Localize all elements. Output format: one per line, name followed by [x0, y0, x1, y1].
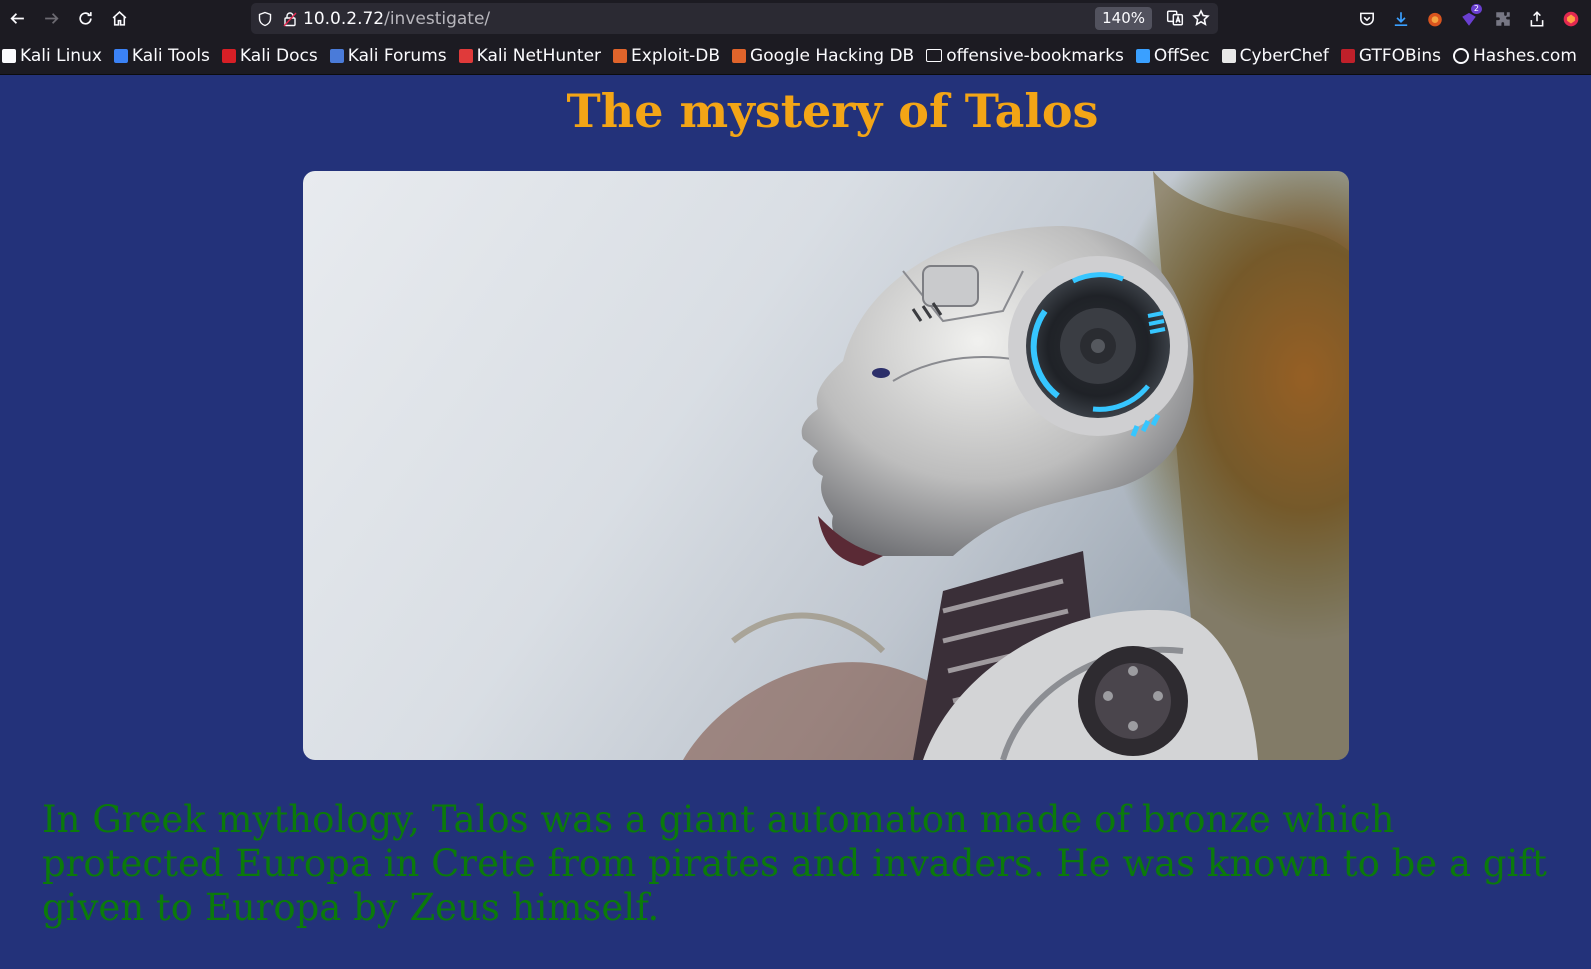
offsec-icon [1135, 48, 1150, 63]
bookmarks-toolbar: Kali Linux Kali Tools Kali Docs Kali Forums… [0, 37, 1591, 75]
bookmark-cyberchef[interactable]: CyberChef [1221, 45, 1329, 66]
bookmark-kali-forums[interactable]: Kali Forums [329, 45, 447, 66]
talos-robot-image [303, 171, 1349, 760]
kali-dragon-icon [2, 48, 16, 63]
extension-badge: 2 [1470, 3, 1482, 14]
bookmark-kali-nethunter[interactable]: Kali NetHunter [458, 45, 602, 66]
foxyproxy-icon[interactable] [1425, 9, 1445, 29]
share-icon[interactable] [1527, 9, 1547, 29]
bookmark-label: Kali Tools [131, 45, 210, 66]
folder-icon [926, 49, 943, 62]
toolbar-extensions: 2 [1357, 0, 1581, 37]
forward-button[interactable] [34, 2, 68, 36]
ghdb-icon [732, 48, 747, 63]
bookmark-label: CyberChef [1239, 45, 1329, 66]
extension-purple-icon[interactable]: 2 [1459, 3, 1482, 29]
bookmark-star-icon[interactable] [1192, 9, 1210, 27]
translate-icon[interactable] [1166, 9, 1184, 27]
downloads-icon[interactable] [1391, 9, 1411, 29]
url-path: /investigate/ [384, 8, 491, 29]
bookmark-label: Google Hacking DB [750, 45, 915, 66]
zoom-reset-button[interactable]: 140% [1095, 7, 1152, 30]
tracking-shield-icon[interactable] [251, 11, 279, 27]
reload-icon [78, 12, 92, 25]
page-title: The mystery of Talos [566, 84, 1099, 138]
bookmark-exploit-db[interactable]: Exploit-DB [613, 46, 720, 66]
home-icon [112, 11, 126, 26]
cyberchef-icon [1221, 48, 1236, 63]
arrow-right-icon [44, 13, 59, 24]
bookmark-label: Kali Forums [347, 45, 447, 66]
bookmark-gtfobins[interactable]: GTFOBins [1340, 45, 1442, 66]
address-bar[interactable]: 10.0.2.72/investigate/ 140% [251, 3, 1218, 34]
bookmark-label: Hashes.com [1473, 45, 1577, 66]
hashes-icon [1453, 47, 1470, 64]
kali-forums-icon [329, 48, 344, 63]
url-host: 10.0.2.72 [303, 8, 385, 29]
pocket-icon[interactable] [1357, 9, 1377, 29]
bookmark-label: Kali NetHunter [476, 45, 602, 66]
bookmark-google-hacking-db[interactable]: Google Hacking DB [732, 46, 914, 66]
bookmark-label: Kali Linux [20, 45, 102, 66]
robot-illustration [303, 171, 1349, 760]
nethunter-icon [458, 48, 473, 63]
exploit-db-icon [613, 48, 628, 63]
kali-tools-icon [113, 48, 128, 63]
bookmark-label: OffSec [1153, 45, 1210, 66]
insecure-lock-icon[interactable] [279, 11, 301, 27]
home-button[interactable] [102, 2, 136, 36]
bookmark-label: GTFOBins [1358, 45, 1442, 66]
gtfobins-icon [1340, 48, 1355, 63]
reload-button[interactable] [68, 2, 102, 36]
back-button[interactable] [0, 2, 34, 36]
firefox-account-icon[interactable] [1561, 9, 1581, 29]
bookmark-hashes-com[interactable]: Hashes.com [1453, 46, 1577, 66]
arrow-left-icon [9, 13, 24, 24]
bookmark-kali-linux[interactable]: Kali Linux [2, 46, 102, 66]
bookmark-kali-tools[interactable]: Kali Tools [113, 45, 210, 66]
bookmark-label: Exploit-DB [631, 45, 721, 66]
intro-paragraph: In Greek mythology, Talos was a giant au… [42, 798, 1547, 929]
puzzle-extensions-icon[interactable] [1493, 9, 1513, 29]
bookmark-offsec[interactable]: OffSec [1135, 45, 1210, 66]
bookmark-kali-docs[interactable]: Kali Docs [221, 45, 318, 66]
bookmark-offensive-bookmarks[interactable]: offensive-bookmarks [926, 46, 1124, 66]
url-text[interactable]: 10.0.2.72/investigate/ [303, 9, 490, 29]
bookmark-label: offensive-bookmarks [946, 45, 1124, 66]
bookmark-label: Kali Docs [239, 45, 318, 66]
kali-docs-icon [221, 48, 236, 63]
browser-toolbar: 10.0.2.72/investigate/ 140% 2 [0, 0, 1591, 37]
